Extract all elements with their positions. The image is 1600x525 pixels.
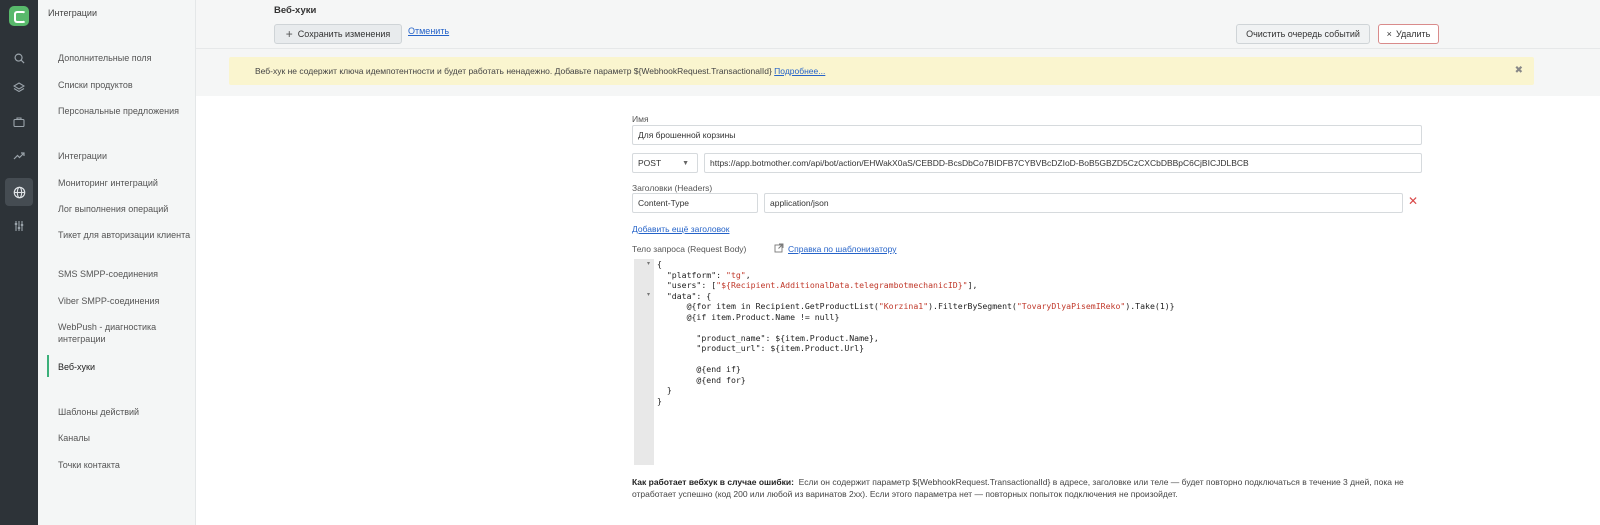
warning-more-link[interactable]: Подробнее... xyxy=(774,66,825,76)
icon-rail xyxy=(0,0,38,525)
headers-label: Заголовки (Headers) xyxy=(632,183,713,193)
cancel-link[interactable]: Отменить xyxy=(408,26,449,36)
code-line: } xyxy=(657,395,662,406)
request-body-label: Тело запроса (Request Body) xyxy=(632,244,747,254)
name-label: Имя xyxy=(632,114,649,124)
code-line: ​ xyxy=(657,354,1175,365)
sidebar: Интеграции Дополнительные поля Списки пр… xyxy=(38,0,196,525)
code-line: @{end for} xyxy=(657,374,746,385)
header-value-field[interactable]: application/json xyxy=(764,193,1403,213)
sidebar-item-product-lists[interactable]: Списки продуктов xyxy=(58,79,193,91)
save-button-label: Сохранить изменения xyxy=(297,29,391,39)
method-select-value: POST xyxy=(638,158,662,168)
fold-icon[interactable]: ▾ xyxy=(647,291,650,298)
sidebar-item-channels[interactable]: Каналы xyxy=(58,432,193,444)
add-header-link[interactable]: Добавить ещё заголовок xyxy=(632,224,729,234)
method-select[interactable]: POST ▼ xyxy=(632,153,698,173)
code-line: } xyxy=(657,385,672,395)
save-button[interactable]: + Сохранить изменения xyxy=(274,24,402,44)
sidebar-item-integration-monitoring[interactable]: Мониторинг интеграций xyxy=(58,177,193,189)
sidebar-item-webhooks[interactable]: Веб-хуки xyxy=(58,361,193,373)
code-line: "users": ["${Recipient.AdditionalData.te… xyxy=(657,280,978,290)
webhook-error-note: Как работает вебхук в случае ошибки: Есл… xyxy=(632,476,1417,500)
sliders-icon[interactable] xyxy=(9,216,29,236)
sidebar-item-additional-fields[interactable]: Дополнительные поля xyxy=(58,52,193,64)
code-line: "platform": "tg", xyxy=(657,269,751,280)
code-line: ​ xyxy=(657,322,1175,333)
delete-button-label: Удалить xyxy=(1395,29,1431,39)
sidebar-item-action-templates[interactable]: Шаблоны действий xyxy=(58,406,193,418)
sidebar-item-operation-log[interactable]: Лог выполнения операций xyxy=(58,203,193,215)
main-content: Веб-хуки + Сохранить изменения Отменить … xyxy=(196,0,1600,525)
briefcase-icon[interactable] xyxy=(9,112,29,132)
sidebar-item-webpush-diagnostics[interactable]: WebPush - диагностика интеграции xyxy=(58,321,193,345)
sidebar-item-viber-smpp[interactable]: Viber SMPP-соединения xyxy=(58,295,193,307)
page-title: Веб-хуки xyxy=(274,5,317,16)
name-field[interactable]: Для брошенной корзины xyxy=(632,125,1422,145)
code-line: "product_url": ${item.Product.Url} xyxy=(657,343,865,353)
request-body-editor[interactable]: ▾ ▾ { "platform": "tg", "users": ["${Rec… xyxy=(634,259,1419,465)
remove-header-icon[interactable]: ✕ xyxy=(1408,194,1418,208)
sidebar-title: Интеграции xyxy=(48,8,97,18)
sidebar-item-auth-ticket[interactable]: Тикет для авторизации клиента xyxy=(58,229,193,241)
sidebar-item-personal-offers[interactable]: Персональные предложения xyxy=(58,105,193,117)
trend-icon[interactable] xyxy=(9,146,29,166)
close-icon[interactable]: ✖ xyxy=(1515,65,1523,76)
sidebar-active-indicator xyxy=(47,355,49,377)
close-icon: × xyxy=(1386,29,1392,39)
sidebar-item-sms-smpp[interactable]: SMS SMPP-соединения xyxy=(58,268,193,280)
note-title: Как работает вебхук в случае ошибки: xyxy=(632,477,794,487)
clear-queue-button[interactable]: Очистить очередь событий xyxy=(1236,24,1370,44)
url-field[interactable]: https://app.botmother.com/api/bot/action… xyxy=(704,153,1422,173)
code-line: { xyxy=(657,259,662,269)
sidebar-item-contact-points[interactable]: Точки контакта xyxy=(58,459,193,471)
code-line: @{for item in Recipient.GetProductList("… xyxy=(657,301,1175,311)
warning-banner: Веб-хук не содержит ключа идемпотентност… xyxy=(229,57,1534,85)
code-line: "data": { xyxy=(657,290,712,301)
header-key-field[interactable]: Content-Type xyxy=(632,193,758,213)
template-help-link[interactable]: Справка по шаблонизатору xyxy=(788,244,897,254)
plus-icon: + xyxy=(285,27,293,41)
warning-text: Веб-хук не содержит ключа идемпотентност… xyxy=(255,66,772,76)
code-line: "product_name": ${item.Product.Name}, xyxy=(657,332,879,343)
globe-icon[interactable] xyxy=(5,178,33,206)
header-toolbar: Веб-хуки + Сохранить изменения Отменить … xyxy=(196,0,1600,49)
chevron-down-icon: ▼ xyxy=(682,159,689,167)
delete-button[interactable]: × Удалить xyxy=(1378,24,1439,44)
code-line: @{if item.Product.Name != null} xyxy=(657,311,840,322)
code-content[interactable]: { "platform": "tg", "users": ["${Recipie… xyxy=(657,259,1175,406)
sidebar-item-integrations[interactable]: Интеграции xyxy=(58,150,193,162)
search-icon[interactable] xyxy=(9,48,29,68)
app-logo-icon[interactable] xyxy=(9,6,29,26)
external-link-icon xyxy=(774,243,784,256)
fold-icon[interactable]: ▾ xyxy=(647,260,650,267)
code-line: @{end if} xyxy=(657,364,741,374)
layers-icon[interactable] xyxy=(9,78,29,98)
editor-gutter: ▾ ▾ xyxy=(634,259,654,465)
